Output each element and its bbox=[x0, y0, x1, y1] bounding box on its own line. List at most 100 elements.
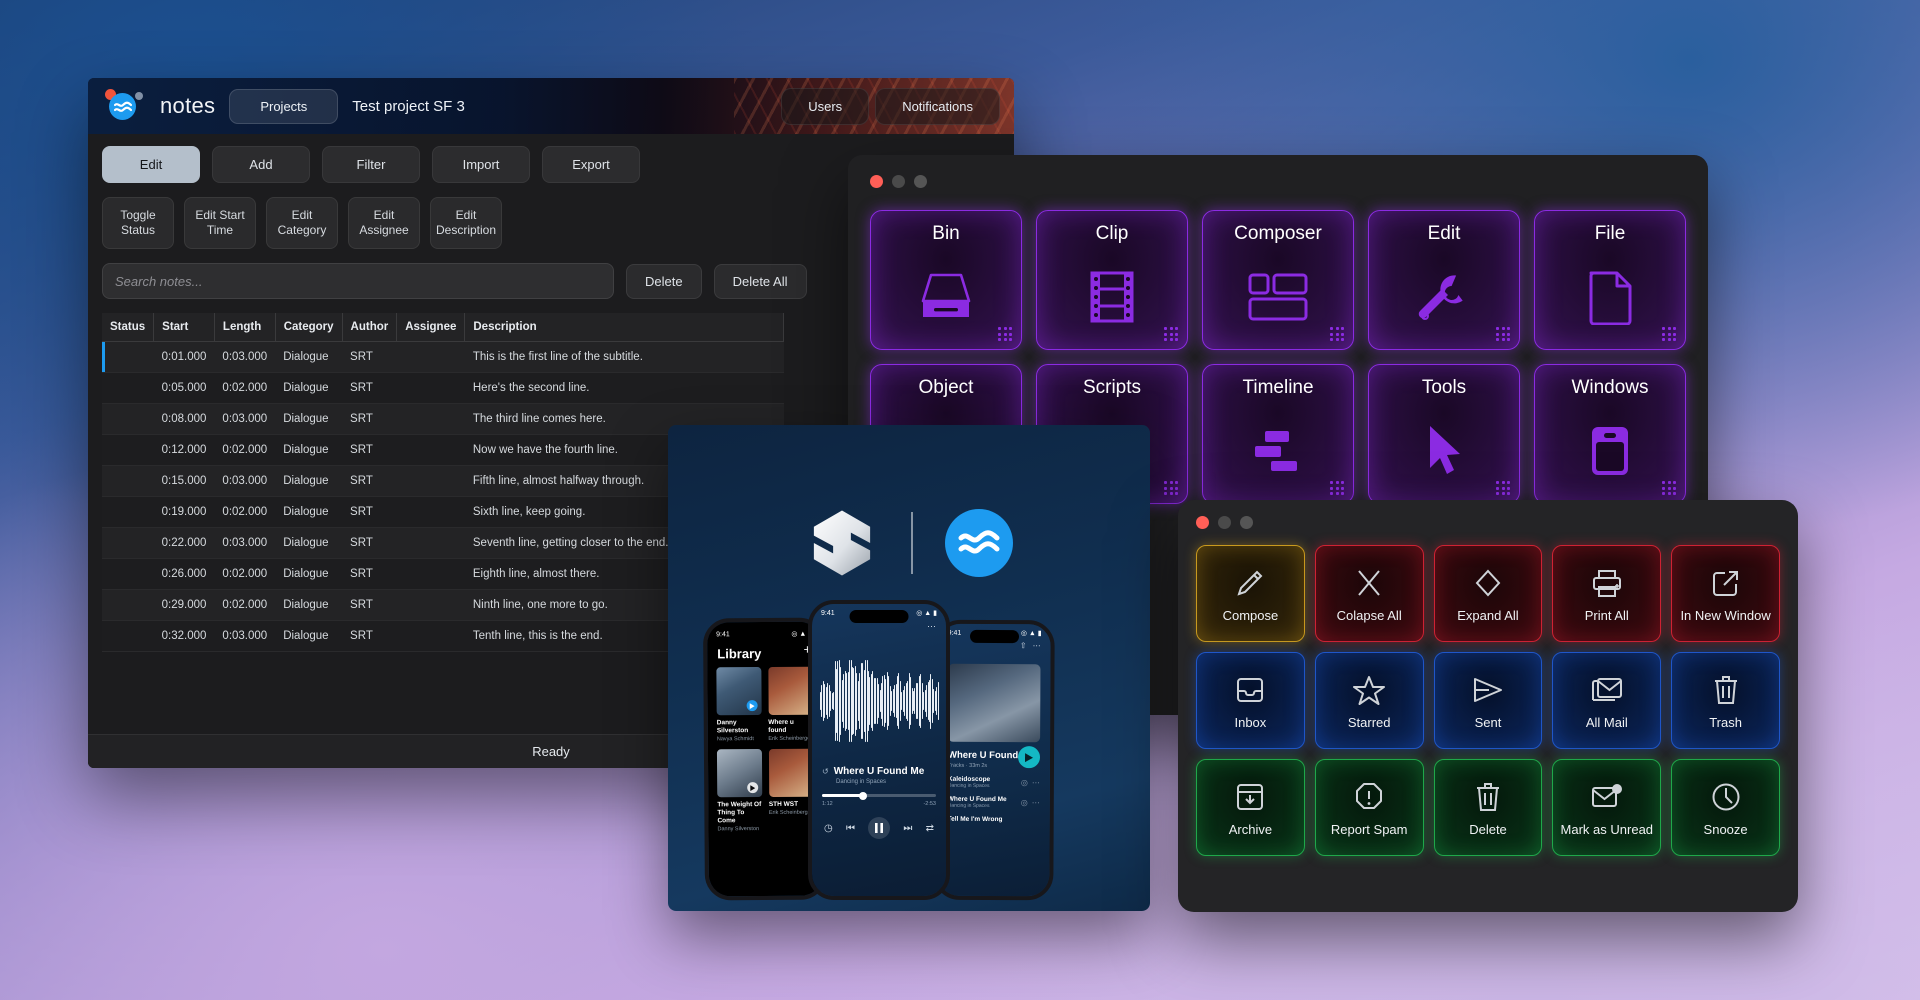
toolbar-add-button[interactable]: Add bbox=[212, 146, 310, 183]
column-header-author[interactable]: Author bbox=[342, 313, 397, 342]
drag-handle[interactable] bbox=[1164, 481, 1178, 495]
edit-start-time-button[interactable]: Edit Start Time bbox=[184, 197, 256, 249]
tile-label: Edit bbox=[1428, 223, 1461, 245]
repeat-icon[interactable]: ↺ bbox=[822, 767, 829, 776]
check-icon[interactable]: ◎ bbox=[1021, 798, 1028, 807]
menu-tile-file[interactable]: File bbox=[1534, 210, 1686, 350]
tile-label: File bbox=[1595, 223, 1626, 245]
maximize-window-button[interactable] bbox=[914, 175, 927, 188]
delete-all-button[interactable]: Delete All bbox=[714, 264, 807, 299]
drag-handle[interactable] bbox=[1496, 327, 1510, 341]
users-button[interactable]: Users bbox=[781, 88, 869, 125]
menu-tile-tools[interactable]: Tools bbox=[1368, 364, 1520, 504]
toolbar-edit-button[interactable]: Edit bbox=[102, 146, 200, 183]
maximize-window-button[interactable] bbox=[1240, 516, 1253, 529]
drag-handle[interactable] bbox=[998, 327, 1012, 341]
email-action-print-all[interactable]: Print All bbox=[1552, 545, 1661, 642]
email-action-report-spam[interactable]: Report Spam bbox=[1315, 759, 1424, 856]
column-header-assignee[interactable]: Assignee bbox=[397, 313, 465, 342]
timer-icon[interactable]: ◷ bbox=[824, 823, 833, 834]
cell-status bbox=[102, 342, 154, 373]
email-action-colapse-all[interactable]: Colapse All bbox=[1315, 545, 1424, 642]
email-action-delete[interactable]: Delete bbox=[1434, 759, 1543, 856]
previous-track-icon[interactable]: ⏮ bbox=[846, 823, 855, 834]
library-card[interactable]: Danny Silverston Navya Schmidt bbox=[716, 667, 761, 742]
drag-handle[interactable] bbox=[1496, 481, 1510, 495]
edit-category-button[interactable]: Edit Category bbox=[266, 197, 338, 249]
play-icon[interactable] bbox=[747, 782, 758, 793]
menu-tile-bin[interactable]: Bin bbox=[870, 210, 1022, 350]
projects-button[interactable]: Projects bbox=[229, 89, 338, 124]
close-window-button[interactable] bbox=[870, 175, 883, 188]
album-art bbox=[768, 667, 813, 715]
play-button[interactable] bbox=[1018, 746, 1040, 768]
seek-knob[interactable] bbox=[859, 792, 867, 800]
email-action-mark-as-unread[interactable]: Mark as Unread bbox=[1552, 759, 1661, 856]
table-row[interactable]: 0:05.0000:02.000DialogueSRTHere's the se… bbox=[102, 373, 784, 404]
email-action-inbox[interactable]: Inbox bbox=[1196, 652, 1305, 749]
menu-tile-clip[interactable]: Clip bbox=[1036, 210, 1188, 350]
track-list-item[interactable]: Tell Me I'm Wrong bbox=[938, 809, 1050, 824]
play-icon[interactable] bbox=[746, 700, 757, 711]
status-indicators: ◎ ▲ ▮ bbox=[916, 609, 937, 617]
email-action-in-new-window[interactable]: In New Window bbox=[1671, 545, 1780, 642]
library-card[interactable]: Where u found Erik Scheinberger bbox=[768, 667, 813, 742]
toolbar-import-button[interactable]: Import bbox=[432, 146, 530, 183]
column-header-length[interactable]: Length bbox=[214, 313, 275, 342]
menu-tile-composer[interactable]: Composer bbox=[1202, 210, 1354, 350]
toolbar-filter-button[interactable]: Filter bbox=[322, 146, 420, 183]
email-action-sent[interactable]: Sent bbox=[1434, 652, 1543, 749]
library-card[interactable]: STH WST Erik Scheinberger bbox=[768, 749, 813, 832]
close-window-button[interactable] bbox=[1196, 516, 1209, 529]
cell-category: Dialogue bbox=[275, 559, 342, 590]
menu-tile-edit[interactable]: Edit bbox=[1368, 210, 1520, 350]
table-row[interactable]: 0:01.0000:03.000DialogueSRTThis is the f… bbox=[102, 342, 784, 373]
email-action-compose[interactable]: Compose bbox=[1196, 545, 1305, 642]
tile-label: Object bbox=[919, 377, 974, 399]
library-card[interactable]: The Weight Of Thing To Come Danny Silver… bbox=[717, 749, 762, 832]
more-options-icon[interactable]: ⋯ bbox=[1033, 641, 1041, 650]
email-action-all-mail[interactable]: All Mail bbox=[1552, 652, 1661, 749]
status-indicators: ◎ ▲ ▮ bbox=[1021, 629, 1042, 637]
edit-description-button[interactable]: Edit Description bbox=[430, 197, 502, 249]
more-options-icon[interactable]: ⋯ bbox=[1032, 798, 1040, 807]
next-track-icon[interactable]: ⏭ bbox=[903, 823, 912, 834]
email-action-archive[interactable]: Archive bbox=[1196, 759, 1305, 856]
email-action-starred[interactable]: Starred bbox=[1315, 652, 1424, 749]
seek-slider[interactable] bbox=[822, 794, 936, 797]
delete-button[interactable]: Delete bbox=[626, 264, 702, 299]
cell-author: SRT bbox=[342, 466, 397, 497]
track-list-item[interactable]: Kaleidoscope Dancing in Spaces ◎⋯ bbox=[938, 769, 1050, 790]
audio-waveform[interactable] bbox=[820, 658, 938, 744]
drag-handle[interactable] bbox=[1164, 327, 1178, 341]
check-icon[interactable]: ◎ bbox=[1021, 778, 1028, 787]
toggle-status-button[interactable]: Toggle Status bbox=[102, 197, 174, 249]
shuffle-icon[interactable]: ⇄ bbox=[926, 823, 934, 834]
all-mail-icon bbox=[1591, 671, 1623, 709]
column-header-description[interactable]: Description bbox=[465, 313, 784, 342]
email-action-snooze[interactable]: Snooze bbox=[1671, 759, 1780, 856]
email-action-expand-all[interactable]: Expand All bbox=[1434, 545, 1543, 642]
column-header-start[interactable]: Start bbox=[154, 313, 215, 342]
email-action-trash[interactable]: Trash bbox=[1671, 652, 1780, 749]
minimize-window-button[interactable] bbox=[892, 175, 905, 188]
notifications-button[interactable]: Notifications bbox=[875, 88, 1000, 125]
toolbar-export-button[interactable]: Export bbox=[542, 146, 640, 183]
waveform-bar bbox=[830, 691, 831, 711]
menu-tile-timeline[interactable]: Timeline bbox=[1202, 364, 1354, 504]
search-input[interactable] bbox=[102, 263, 614, 299]
menu-tile-windows[interactable]: Windows bbox=[1534, 364, 1686, 504]
drag-handle[interactable] bbox=[1662, 327, 1676, 341]
drag-handle[interactable] bbox=[1330, 481, 1344, 495]
drag-handle[interactable] bbox=[1330, 327, 1344, 341]
minimize-window-button[interactable] bbox=[1218, 516, 1231, 529]
track-list-item[interactable]: Where U Found Me Dancing in Spaces ◎⋯ bbox=[938, 789, 1050, 810]
edit-assignee-button[interactable]: Edit Assignee bbox=[348, 197, 420, 249]
share-icon[interactable]: ⇧ bbox=[1020, 641, 1027, 650]
column-header-category[interactable]: Category bbox=[275, 313, 342, 342]
drag-handle[interactable] bbox=[1662, 481, 1676, 495]
column-header-status[interactable]: Status bbox=[102, 313, 154, 342]
album-art bbox=[716, 667, 761, 715]
more-options-icon[interactable]: ⋯ bbox=[1032, 778, 1040, 787]
pause-button[interactable] bbox=[868, 817, 890, 839]
